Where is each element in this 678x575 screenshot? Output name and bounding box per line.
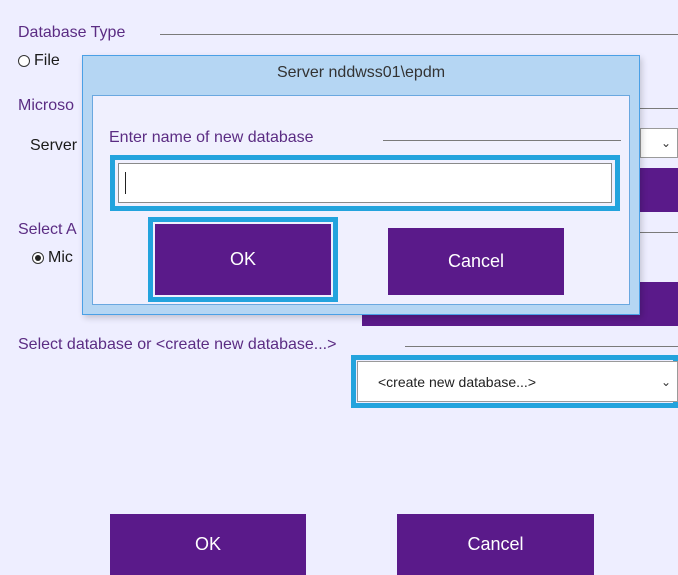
dialog-ok-button[interactable]: OK — [155, 224, 331, 295]
main-ok-button[interactable]: OK — [110, 514, 306, 575]
main-cancel-button[interactable]: Cancel — [397, 514, 594, 575]
dialog-cancel-button[interactable]: Cancel — [388, 228, 564, 295]
database-select-value: <create new database...> — [378, 373, 536, 390]
file-option[interactable]: File — [18, 52, 60, 70]
dialog-title: Server nddwss01\epdm — [276, 64, 446, 81]
database-type-label: Database Type — [18, 24, 132, 42]
dialog-body: Enter name of new database OK Cancel — [92, 95, 630, 305]
select-database-label: Select database or <create new database.… — [18, 336, 343, 354]
select-database-divider — [405, 346, 678, 347]
database-select[interactable]: <create new database...> ⌄ — [357, 361, 678, 402]
chevron-down-icon[interactable]: ⌄ — [661, 375, 671, 389]
microsoft-divider — [640, 108, 678, 109]
radio-button-icon[interactable] — [18, 55, 30, 67]
select-auth-label: Select A — [18, 221, 77, 239]
server-action-button[interactable] — [640, 168, 678, 212]
dialog-prompt-label: Enter name of new database — [109, 129, 320, 147]
new-database-name-input[interactable] — [118, 163, 612, 203]
dialog-prompt-divider — [383, 140, 621, 141]
text-cursor — [125, 172, 126, 194]
auth-option[interactable]: Mic — [32, 249, 73, 267]
microsoft-section-label: Microso — [18, 97, 75, 115]
chevron-down-icon[interactable]: ⌄ — [661, 136, 671, 150]
radio-selected-icon[interactable] — [32, 252, 44, 264]
new-database-dialog: Server nddwss01\epdm Enter name of new d… — [82, 55, 640, 315]
select-auth-divider — [640, 232, 678, 233]
database-type-divider — [160, 34, 678, 35]
file-option-label: File — [34, 52, 60, 69]
server-select[interactable]: ⌄ — [640, 128, 678, 158]
server-label: Server — [30, 137, 78, 154]
auth-option-label: Mic — [48, 249, 73, 266]
